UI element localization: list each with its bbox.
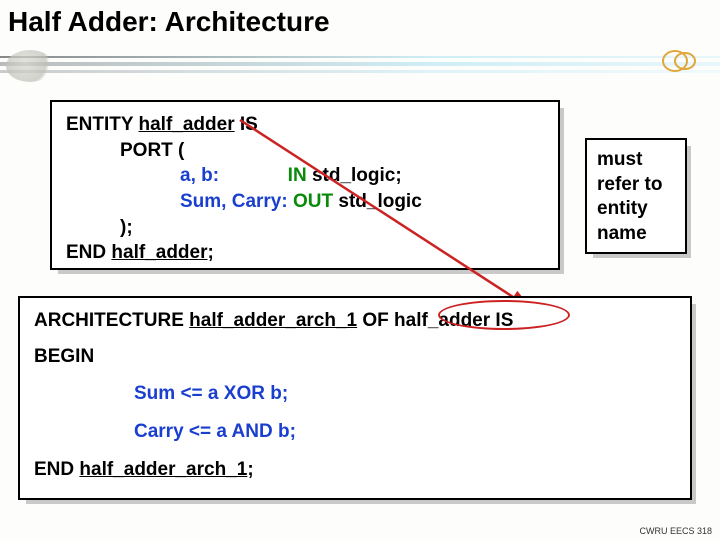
port-line-2: Sum, Carry: OUT std_logic: [180, 189, 544, 215]
kw-is: IS: [235, 114, 258, 135]
port2-signals: Sum, Carry:: [180, 191, 288, 212]
annotation-box: must refer to entity name: [585, 138, 687, 254]
port-line-1: a, b: IN std_logic;: [180, 163, 544, 189]
page-title: Half Adder: Architecture: [8, 6, 330, 38]
decor-cloud-icon: [6, 50, 54, 82]
kw-end: END: [66, 242, 111, 263]
kw-of: OF: [357, 310, 394, 331]
decor-rings-icon: [662, 48, 702, 76]
port2-type: std_logic: [333, 191, 422, 212]
port1-type: std_logic;: [307, 165, 402, 186]
end-semicolon-2: ;: [247, 459, 253, 480]
entity-line-1: ENTITY half_adder IS: [66, 112, 544, 138]
arch-end-name: half_adder_arch_1: [79, 459, 247, 480]
kw-entity: ENTITY: [66, 114, 139, 135]
footer-text: CWRU EECS 318: [639, 526, 712, 536]
port-close: );: [120, 215, 544, 241]
title-divider: [0, 56, 720, 82]
architecture-name: half_adder_arch_1: [189, 310, 357, 331]
end-semicolon: ;: [208, 242, 214, 263]
annotation-text: must refer to entity name: [597, 149, 662, 244]
kw-end-2: END: [34, 459, 79, 480]
kw-begin: BEGIN: [34, 344, 676, 370]
port1-direction: IN: [219, 165, 307, 186]
arch-header-line: ARCHITECTURE half_adder_arch_1 OF half_a…: [34, 308, 676, 334]
arch-entity-ref: half_adder: [394, 310, 490, 331]
port-open: PORT (: [120, 138, 544, 164]
entity-name: half_adder: [139, 114, 235, 135]
port2-direction: OUT: [288, 191, 333, 212]
statement-sum: Sum <= a XOR b;: [134, 381, 676, 407]
port1-signals: a, b:: [180, 165, 219, 186]
arch-end-line: END half_adder_arch_1;: [34, 457, 676, 483]
entity-declaration-box: ENTITY half_adder IS PORT ( a, b: IN std…: [50, 100, 560, 270]
kw-is-2: IS: [490, 310, 513, 331]
kw-architecture: ARCHITECTURE: [34, 310, 189, 331]
statement-carry: Carry <= a AND b;: [134, 419, 676, 445]
entity-end-name: half_adder: [111, 242, 207, 263]
architecture-body-box: ARCHITECTURE half_adder_arch_1 OF half_a…: [18, 296, 692, 500]
entity-end-line: END half_adder;: [66, 240, 544, 266]
